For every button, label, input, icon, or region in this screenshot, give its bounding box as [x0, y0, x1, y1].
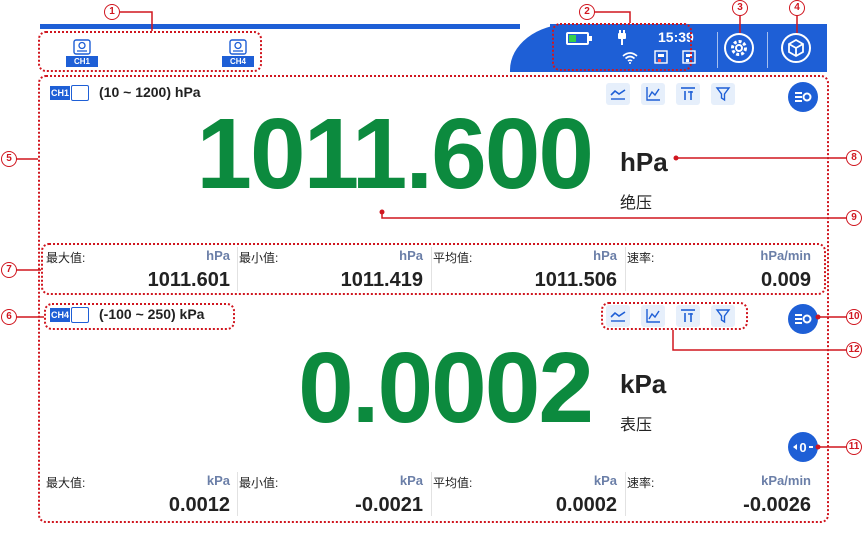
cube-icon: [788, 38, 804, 58]
callout-5: 5: [1, 151, 17, 167]
callout-12: 12: [846, 342, 862, 358]
annotation-box-7: [41, 243, 826, 295]
annotation-box-12: [601, 302, 748, 330]
annotation-box-2: [552, 23, 692, 71]
callout-6: 6: [1, 309, 17, 325]
annotation-box-1: [38, 31, 262, 72]
callout-4: 4: [789, 0, 805, 16]
callout-3: 3: [732, 0, 748, 16]
callout-11: 11: [846, 439, 862, 455]
separator: [767, 32, 768, 68]
settings-gear-icon: [731, 40, 747, 56]
top-bar-line: [40, 24, 520, 29]
callout-7: 7: [1, 262, 17, 278]
callout-8: 8: [846, 150, 862, 166]
callout-10: 10: [846, 309, 862, 325]
callout-2: 2: [579, 4, 595, 20]
annotation-box-6: [44, 303, 235, 330]
callout-1: 1: [104, 4, 120, 20]
settings-button[interactable]: [724, 33, 754, 63]
separator: [717, 32, 718, 68]
callout-9: 9: [846, 210, 862, 226]
annotation-box-5: [38, 75, 829, 523]
cube-button[interactable]: [781, 33, 811, 63]
